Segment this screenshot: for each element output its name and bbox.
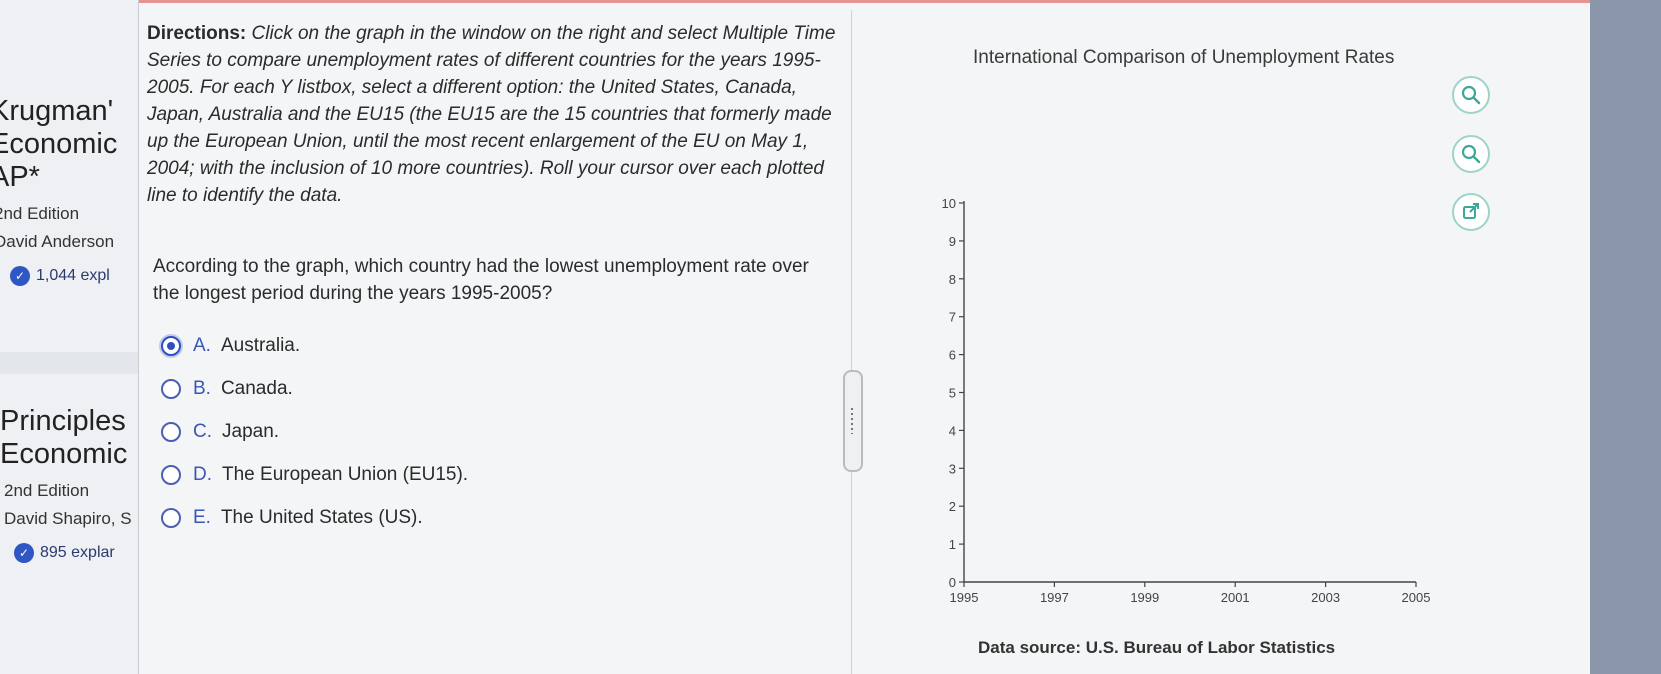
book-edition: 2nd Edition bbox=[4, 481, 90, 500]
open-external-icon bbox=[1463, 203, 1479, 219]
choice-text: Japan. bbox=[222, 421, 280, 442]
unemployment-chart[interactable]: 0 1 2 3 4 5 6 7 8 9 10 1995 1997 1999 2001 2003 2005 bbox=[900, 100, 1440, 630]
zoom-out-icon bbox=[1461, 144, 1481, 164]
x-tick-label: 2003 bbox=[1311, 590, 1340, 605]
y-tick-label: 2 bbox=[949, 499, 956, 514]
y-tick-label: 6 bbox=[949, 348, 956, 363]
x-tick-label: 1997 bbox=[1040, 590, 1069, 605]
question-prompt: According to the graph, which country ha… bbox=[153, 256, 809, 304]
book-title-line: Economic bbox=[0, 438, 128, 470]
choice-text: Australia. bbox=[220, 335, 301, 356]
choice-letter: E. bbox=[193, 507, 211, 528]
zoom-out-button[interactable] bbox=[1452, 135, 1490, 173]
x-tick-label: 2001 bbox=[1221, 590, 1250, 605]
directions-text: Directions: Click on the graph in the wi… bbox=[147, 20, 837, 209]
choice-b[interactable]: B. Canada. bbox=[161, 376, 293, 402]
explanations-count-label: 1,044 expl bbox=[36, 267, 110, 284]
book-edition: 2nd Edition bbox=[0, 204, 80, 223]
sidebar-divider bbox=[0, 352, 138, 374]
open-external-button[interactable] bbox=[1452, 193, 1490, 231]
book-author: David Shapiro, S bbox=[4, 509, 132, 528]
choice-e[interactable]: E. The United States (US). bbox=[161, 505, 423, 531]
book-title-line: Economic bbox=[0, 128, 118, 160]
y-tick-label: 10 bbox=[942, 196, 956, 211]
choice-letter: A. bbox=[193, 335, 211, 356]
panel-top-accent bbox=[139, 0, 1591, 3]
choice-text: The European Union (EU15). bbox=[222, 464, 469, 485]
y-tick-label: 3 bbox=[949, 461, 956, 476]
x-tick-label: 1999 bbox=[1130, 590, 1159, 605]
radio-icon[interactable] bbox=[161, 379, 181, 399]
choice-text: The United States (US). bbox=[220, 507, 423, 528]
book-title-line: Krugman' bbox=[0, 95, 114, 127]
data-source-label: Data source: bbox=[978, 638, 1081, 657]
y-tick-label: 8 bbox=[949, 272, 956, 287]
choice-d[interactable]: D. The European Union (EU15). bbox=[161, 462, 468, 488]
x-tick-label: 2005 bbox=[1402, 590, 1431, 605]
graph-title: International Comparison of Unemployment… bbox=[973, 47, 1395, 68]
y-tick-label: 5 bbox=[949, 386, 956, 401]
radio-icon[interactable] bbox=[161, 508, 181, 528]
choice-letter: C. bbox=[193, 421, 212, 442]
verified-check-icon: ✓ bbox=[10, 266, 30, 286]
book-card-principles[interactable]: Principles Economic 2nd Edition David Sh… bbox=[0, 405, 138, 563]
verified-check-icon: ✓ bbox=[14, 543, 34, 563]
x-tick-label: 1995 bbox=[950, 590, 979, 605]
pane-resize-handle[interactable] bbox=[843, 370, 863, 472]
window-edge bbox=[1590, 0, 1661, 674]
y-tick-label: 7 bbox=[949, 310, 956, 325]
choice-c[interactable]: C. Japan. bbox=[161, 419, 279, 445]
grip-dots-icon bbox=[851, 408, 853, 434]
book-sidebar: Krugman' Economic AP* 2nd Edition David … bbox=[0, 0, 138, 674]
book-title-line: AP* bbox=[0, 161, 40, 193]
explanations-count[interactable]: ✓ 895 explar bbox=[14, 543, 138, 563]
y-tick-label: 1 bbox=[949, 537, 956, 552]
data-source: Data source: U.S. Bureau of Labor Statis… bbox=[978, 638, 1335, 658]
data-source-value: U.S. Bureau of Labor Statistics bbox=[1085, 638, 1336, 657]
choice-a[interactable]: A. Australia. bbox=[161, 333, 300, 359]
zoom-in-button[interactable] bbox=[1452, 76, 1490, 114]
pane-divider bbox=[851, 10, 852, 674]
y-tick-label: 9 bbox=[949, 234, 956, 249]
y-tick-label: 0 bbox=[949, 575, 956, 590]
book-title-line: Principles bbox=[0, 405, 126, 437]
explanations-count-label: 895 explar bbox=[40, 544, 115, 561]
y-tick-label: 4 bbox=[949, 423, 956, 438]
zoom-in-icon bbox=[1461, 85, 1481, 105]
choice-letter: B. bbox=[193, 378, 211, 399]
explanations-count[interactable]: ✓ 1,044 expl bbox=[10, 266, 138, 286]
directions-lead: Directions: bbox=[147, 23, 247, 44]
book-author: David Anderson bbox=[0, 232, 115, 251]
radio-icon[interactable] bbox=[161, 422, 181, 442]
choice-text: Canada. bbox=[220, 378, 293, 399]
choice-letter: D. bbox=[193, 464, 212, 485]
radio-icon[interactable] bbox=[161, 465, 181, 485]
radio-selected-icon[interactable] bbox=[161, 336, 181, 356]
book-card-krugman[interactable]: Krugman' Economic AP* 2nd Edition David … bbox=[0, 95, 138, 286]
directions-body: Click on the graph in the window on the … bbox=[147, 23, 836, 206]
